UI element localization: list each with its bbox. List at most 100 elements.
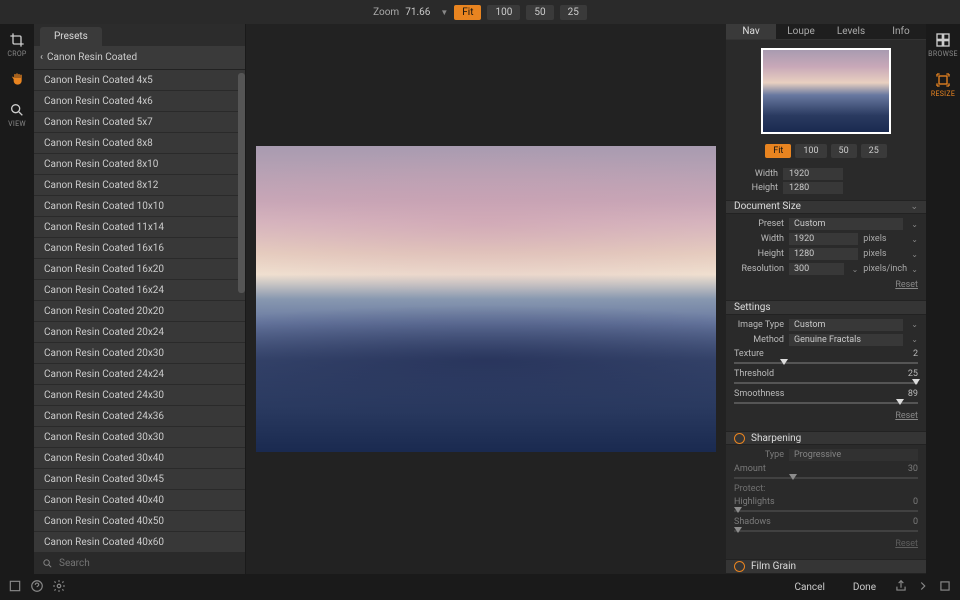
chevron-down-icon[interactable]: ⌄ (911, 235, 918, 244)
browse-tool[interactable]: BROWSE (928, 32, 958, 58)
chevron-down-icon[interactable]: ⌄ (911, 265, 918, 274)
resize-icon (935, 72, 951, 88)
hand-tool[interactable] (9, 72, 25, 88)
crop-icon (9, 32, 25, 48)
tab-levels[interactable]: Levels (826, 24, 876, 39)
cancel-button[interactable]: Cancel (784, 579, 834, 596)
doc-size-reset[interactable]: Reset (734, 280, 918, 290)
preset-search-input[interactable] (59, 558, 237, 569)
smoothness-slider[interactable] (734, 402, 918, 404)
nav-zoom-50[interactable]: 50 (831, 144, 857, 158)
expand-icon[interactable] (938, 579, 952, 596)
preset-item[interactable]: Canon Resin Coated 16x20 (34, 259, 245, 280)
zoom-label: Zoom (373, 7, 399, 18)
preset-item[interactable]: Canon Resin Coated 24x30 (34, 385, 245, 406)
bottom-bar: Cancel Done (0, 574, 960, 600)
preset-item[interactable]: Canon Resin Coated 30x30 (34, 427, 245, 448)
zoom-50-button[interactable]: 50 (526, 5, 553, 20)
zoom-25-button[interactable]: 25 (560, 5, 587, 20)
film-grain-header[interactable]: Film Grain (726, 559, 926, 574)
preset-item[interactable]: Canon Resin Coated 20x30 (34, 343, 245, 364)
preset-item[interactable]: Canon Resin Coated 20x20 (34, 301, 245, 322)
nav-zoom-25[interactable]: 25 (861, 144, 887, 158)
preset-item[interactable]: Canon Resin Coated 4x5 (34, 70, 245, 91)
preset-category-title: Canon Resin Coated (47, 52, 137, 63)
share-icon[interactable] (894, 579, 908, 596)
preset-item[interactable]: Canon Resin Coated 4x6 (34, 91, 245, 112)
shadows-slider[interactable] (734, 530, 918, 532)
crop-tool[interactable]: CROP (7, 32, 26, 58)
sharpening-header[interactable]: Sharpening (726, 431, 926, 446)
height-label: Height (734, 183, 778, 193)
preset-item[interactable]: Canon Resin Coated 30x45 (34, 469, 245, 490)
preset-item[interactable]: Canon Resin Coated 11x14 (34, 217, 245, 238)
doc-preset-value[interactable]: Custom (789, 218, 903, 230)
width-value[interactable]: 1920 (783, 168, 843, 180)
chevron-down-icon[interactable]: ⌄ (911, 335, 918, 344)
photo-preview (256, 146, 716, 452)
preset-item[interactable]: Canon Resin Coated 8x10 (34, 154, 245, 175)
preset-item[interactable]: Canon Resin Coated 16x24 (34, 280, 245, 301)
sharpen-type[interactable]: Progressive (789, 449, 918, 461)
preset-item[interactable]: Canon Resin Coated 5x7 (34, 112, 245, 133)
sharpening-reset[interactable]: Reset (734, 539, 918, 549)
method-value[interactable]: Genuine Fractals (789, 334, 903, 346)
canvas-area[interactable] (246, 24, 726, 574)
chevron-left-icon: ‹ (40, 52, 43, 63)
preset-scrollbar[interactable] (238, 73, 245, 293)
tab-info[interactable]: Info (876, 24, 926, 39)
nav-zoom-100[interactable]: 100 (795, 144, 826, 158)
presets-tab[interactable]: Presets (40, 27, 102, 46)
preset-item[interactable]: Canon Resin Coated 20x24 (34, 322, 245, 343)
preset-item[interactable]: Canon Resin Coated 30x40 (34, 448, 245, 469)
doc-height-input[interactable]: 1280 (789, 248, 858, 260)
settings-reset[interactable]: Reset (734, 411, 918, 421)
preset-item[interactable]: Canon Resin Coated 10x10 (34, 196, 245, 217)
amount-slider[interactable] (734, 477, 918, 479)
preset-item[interactable]: Canon Resin Coated 8x12 (34, 175, 245, 196)
view-tool[interactable]: VIEW (8, 102, 26, 128)
preset-list: Canon Resin Coated 4x5Canon Resin Coated… (34, 70, 245, 552)
help-icon[interactable] (30, 579, 44, 596)
gear-icon[interactable] (52, 579, 66, 596)
browse-icon (935, 32, 951, 48)
presets-back-header[interactable]: ‹ Canon Resin Coated (34, 46, 245, 70)
preset-item[interactable]: Canon Resin Coated 24x24 (34, 364, 245, 385)
image-type-value[interactable]: Custom (789, 319, 903, 331)
chevron-down-icon[interactable]: ▼ (440, 8, 448, 17)
presets-panel: Presets ‹ Canon Resin Coated Canon Resin… (34, 24, 246, 574)
next-icon[interactable] (916, 579, 930, 596)
texture-value: 2 (913, 349, 918, 359)
highlights-slider[interactable] (734, 510, 918, 512)
resize-tool[interactable]: RESIZE (931, 72, 955, 98)
height-value[interactable]: 1280 (783, 182, 843, 194)
magnifier-icon (9, 102, 25, 118)
doc-size-header[interactable]: Document Size⌄ (726, 200, 926, 215)
preset-item[interactable]: Canon Resin Coated 16x16 (34, 238, 245, 259)
doc-width-input[interactable]: 1920 (789, 233, 858, 245)
preset-item[interactable]: Canon Resin Coated 40x60 (34, 532, 245, 552)
chevron-down-icon[interactable]: ⌄ (852, 265, 859, 274)
preset-item[interactable]: Canon Resin Coated 24x36 (34, 406, 245, 427)
threshold-slider[interactable] (734, 382, 918, 384)
preset-item[interactable]: Canon Resin Coated 8x8 (34, 133, 245, 154)
navigator-thumbnail[interactable] (761, 48, 891, 134)
grid-icon[interactable] (8, 579, 22, 596)
tab-loupe[interactable]: Loupe (776, 24, 826, 39)
settings-header[interactable]: Settings (726, 300, 926, 315)
zoom-100-button[interactable]: 100 (487, 5, 520, 20)
texture-slider[interactable] (734, 362, 918, 364)
nav-zoom-fit[interactable]: Fit (765, 144, 791, 158)
chevron-down-icon[interactable]: ⌄ (911, 320, 918, 329)
zoom-fit-button[interactable]: Fit (454, 5, 481, 20)
preset-search-row (34, 552, 245, 574)
preset-item[interactable]: Canon Resin Coated 40x50 (34, 511, 245, 532)
doc-res-input[interactable]: 300 (789, 263, 844, 275)
top-zoom-bar: Zoom 71.66 ▼ Fit 100 50 25 (0, 0, 960, 24)
tab-nav[interactable]: Nav (726, 24, 776, 39)
right-panel: Nav Loupe Levels Info Fit 100 50 25 Widt… (726, 24, 926, 574)
chevron-down-icon[interactable]: ⌄ (911, 250, 918, 259)
done-button[interactable]: Done (843, 579, 886, 596)
chevron-down-icon[interactable]: ⌄ (911, 220, 918, 229)
preset-item[interactable]: Canon Resin Coated 40x40 (34, 490, 245, 511)
